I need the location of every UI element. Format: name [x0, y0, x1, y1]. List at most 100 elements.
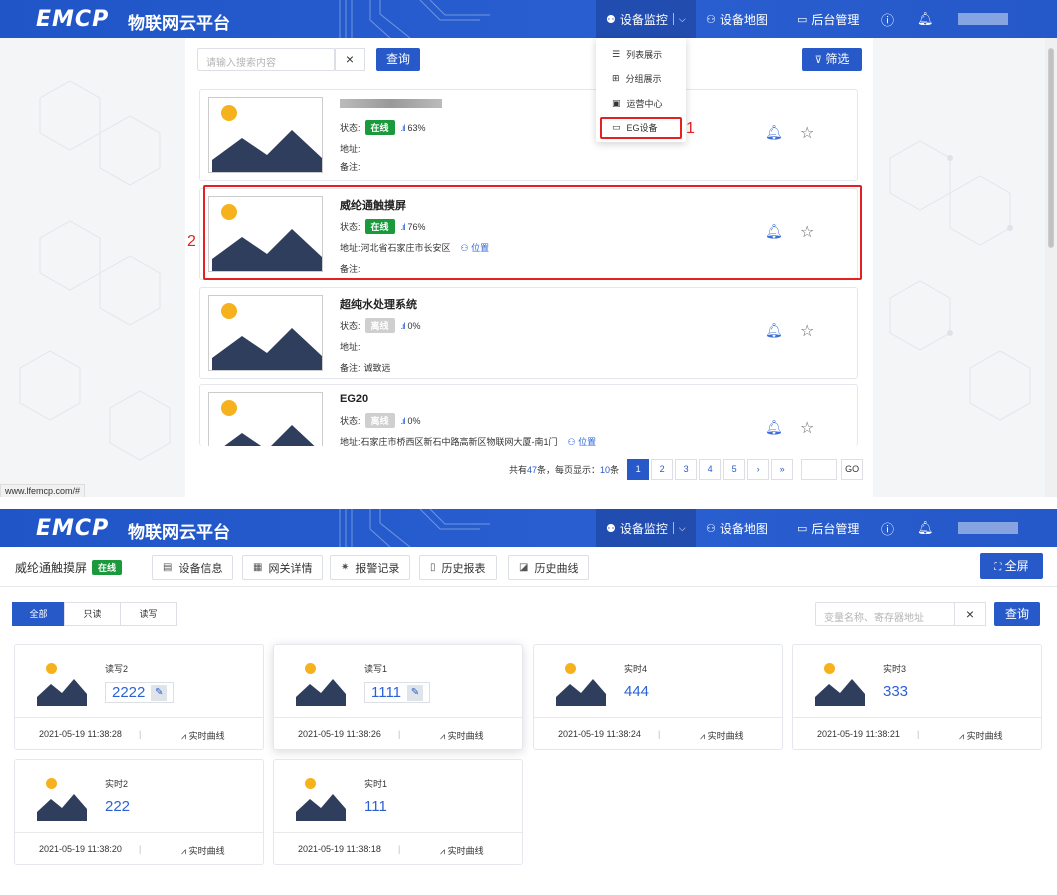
nav-device-monitor[interactable]: ⚉ 设备监控 ⌵ — [596, 0, 696, 38]
annotation-box-1 — [600, 117, 682, 139]
realtime-curve-link[interactable]: ⩘ 实时曲线 — [959, 729, 1003, 742]
realtime-curve-link[interactable]: ⩘ 实时曲线 — [440, 844, 484, 857]
device-image-placeholder — [208, 392, 323, 446]
nav-device-map[interactable]: ⚇ 设备地图 — [706, 0, 768, 38]
fullscreen-button[interactable]: ⛶ 全屏 — [980, 553, 1043, 579]
scrollbar-thumb[interactable] — [1048, 48, 1054, 248]
variable-value-input[interactable]: 1111 ✎ — [364, 682, 431, 703]
tab-alarm-log[interactable]: ✷ 报警记录 — [330, 555, 411, 580]
vertical-scrollbar[interactable] — [1045, 38, 1057, 497]
status-url: www.lfemcp.com/# — [0, 484, 86, 497]
nav-admin[interactable]: ▭ 后台管理 — [797, 0, 859, 38]
filter-readonly[interactable]: 只读 — [64, 602, 121, 626]
location-link[interactable]: ⚇ 位置 — [568, 435, 597, 446]
circuit-decoration — [339, 509, 490, 547]
device-card[interactable]: EG20 状态: 离线 .ıl 0% 地址: 石家庄市桥西区新石中路高新区物联网… — [199, 384, 858, 446]
logo: EMCP — [36, 516, 110, 541]
filter-button[interactable]: ⊽ 筛选 — [802, 48, 862, 71]
variable-value-input[interactable]: 2222 ✎ — [105, 682, 175, 703]
variable-footer: 2021-05-19 11:38:21 | ⩘ 实时曲线 — [793, 717, 1041, 750]
nav-device-map[interactable]: ⚇ 设备地图 — [706, 509, 768, 547]
note-line: 备注: 诚致远 — [340, 361, 391, 374]
signal-value: 0% — [407, 320, 421, 331]
line-chart-icon: ⩘ — [700, 731, 706, 741]
page-button[interactable]: 5 — [723, 459, 746, 480]
menu-item-group[interactable]: ⊞ 分组展示 — [612, 72, 662, 85]
nav-device-monitor[interactable]: ⚉ 设备监控 ⌵ — [596, 509, 696, 547]
realtime-curve-link[interactable]: ⩘ 实时曲线 — [181, 729, 225, 742]
edit-icon[interactable]: ✎ — [407, 684, 424, 701]
edit-icon[interactable]: ✎ — [151, 684, 168, 701]
tab-device-info[interactable]: ▤ 设备信息 — [152, 555, 234, 580]
search-input[interactable]: 请输入搜索内容 — [197, 48, 335, 71]
star-icon[interactable]: ☆ — [800, 123, 814, 143]
variable-footer: 2021-05-19 11:38:18 | ⩘ 实时曲线 — [274, 832, 522, 865]
query-button[interactable]: 查询 — [376, 48, 420, 71]
pager-per-page[interactable]: 10 — [600, 465, 610, 475]
star-icon[interactable]: ☆ — [800, 418, 814, 438]
address-line: 地址: 石家庄市桥西区新石中路高新区物联网大厦-南1门 ⚇ 位置 — [340, 435, 596, 446]
variable-image-placeholder — [296, 772, 346, 821]
nav-device-monitor-label: 设备监控 — [619, 12, 668, 27]
tab-gateway-detail[interactable]: ▦ 网关详情 — [242, 555, 324, 580]
query-button[interactable]: 查询 — [994, 602, 1040, 626]
device-card[interactable]: 超纯水处理系统 状态: 离线 .ıl 0% 地址: 备注: 诚致远 🔔︎ ☆ — [199, 287, 858, 379]
pager-total-suffix: 条，每页显示： — [537, 465, 601, 475]
signal-icon: .ıl — [400, 122, 406, 133]
page-button[interactable]: 3 — [675, 459, 698, 480]
user-menu[interactable] — [958, 0, 1008, 38]
clear-button[interactable]: × — [335, 48, 365, 71]
bell-icon[interactable]: 🔔︎ — [917, 0, 934, 38]
status-badge: 离线 — [364, 318, 395, 333]
timestamp: 2021-05-19 11:38:18 — [298, 844, 381, 854]
bell-icon[interactable]: 🔔︎ — [765, 124, 783, 141]
page-button[interactable]: 4 — [699, 459, 722, 480]
variable-image-placeholder — [556, 657, 606, 706]
help-icon[interactable]: ⓘ — [881, 0, 894, 38]
help-icon[interactable]: ⓘ — [881, 509, 894, 547]
device-name[interactable]: 超纯水处理系统 — [340, 296, 417, 312]
timestamp: 2021-05-19 11:38:20 — [39, 844, 122, 854]
tab-history-curve[interactable]: ◪ 历史曲线 — [508, 555, 590, 580]
nav-device-monitor-label: 设备监控 — [619, 521, 668, 536]
device-name: 威纶通触摸屏 — [15, 561, 88, 575]
curve-label: 实时曲线 — [707, 731, 744, 741]
line-chart-icon: ⩘ — [440, 731, 446, 741]
user-menu[interactable] — [958, 509, 1018, 547]
bell-icon[interactable]: 🔔︎ — [765, 419, 783, 436]
variable-search-input[interactable]: 变量名称、寄存器地址 — [815, 602, 955, 626]
filter-all[interactable]: 全部 — [12, 602, 65, 626]
realtime-curve-link[interactable]: ⩘ 实时曲线 — [700, 729, 744, 742]
page-jump-input[interactable] — [801, 459, 838, 480]
username-blurred — [958, 522, 1018, 534]
document-icon: ▯ — [430, 562, 436, 573]
fullscreen-label: 全屏 — [1004, 559, 1029, 573]
menu-item-list[interactable]: ☰ 列表展示 — [612, 48, 662, 61]
chevron-down-icon: ⌵ — [678, 522, 686, 533]
pager-total-prefix: 共有 — [509, 465, 528, 475]
filter-readwrite[interactable]: 读写 — [120, 602, 177, 626]
next-page-button[interactable]: › — [747, 459, 770, 480]
device-name[interactable]: EG20 — [340, 393, 368, 405]
realtime-curve-link[interactable]: ⩘ 实时曲线 — [181, 844, 225, 857]
device-card[interactable]: 状态: 在线 .ıl 63% 地址: 备注: 🔔︎ ☆ — [199, 89, 858, 181]
go-button[interactable]: GO — [841, 459, 864, 480]
page-button[interactable]: 2 — [651, 459, 674, 480]
menu-item-operations[interactable]: ▣ 运营中心 — [612, 97, 663, 110]
chevron-down-icon: ⌵ — [678, 13, 686, 24]
clear-button[interactable]: × — [954, 602, 986, 626]
nav-admin[interactable]: ▭ 后台管理 — [797, 509, 859, 547]
note-label: 备注: — [340, 363, 361, 373]
menu-item-label: 分组展示 — [625, 74, 662, 84]
circuit-decoration — [339, 0, 490, 38]
tab-history-report[interactable]: ▯ 历史报表 — [419, 555, 497, 580]
bell-icon[interactable]: 🔔︎ — [917, 509, 934, 547]
filter-icon: ⊽ — [814, 55, 822, 66]
star-icon[interactable]: ☆ — [800, 321, 814, 341]
last-page-button[interactable]: » — [771, 459, 794, 480]
divider: | — [139, 844, 142, 854]
bell-icon[interactable]: 🔔︎ — [765, 322, 783, 339]
realtime-curve-link[interactable]: ⩘ 实时曲线 — [440, 729, 484, 742]
device-image-placeholder — [208, 295, 323, 371]
page-button[interactable]: 1 — [627, 459, 650, 480]
